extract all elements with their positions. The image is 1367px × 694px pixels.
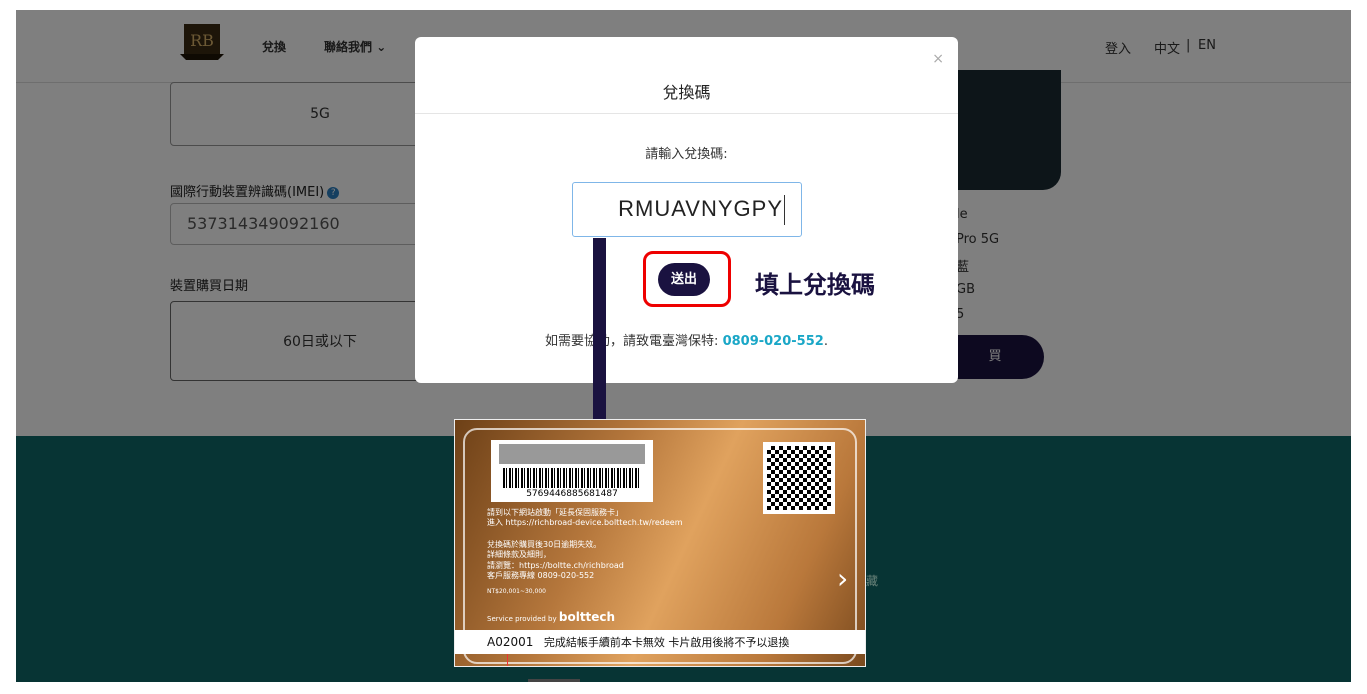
barcode: 5769446885681487 — [491, 440, 653, 502]
redeem-code-value: RMUAVNYGPY — [618, 196, 783, 221]
modal-prompt: 請輸入兌換碼: — [645, 147, 728, 162]
card-price-range: NT$20,001~30,000 — [487, 588, 546, 595]
redeem-code-input[interactable]: RMUAVNYGPY — [572, 182, 802, 237]
help-phone-link[interactable]: 0809-020-552 — [723, 334, 824, 349]
help-text: 如需要協助，請致電臺灣保特: 0809-020-552. — [545, 334, 828, 349]
close-icon[interactable]: × — [932, 51, 944, 67]
red-marker — [507, 654, 508, 666]
browser-viewport: RB 兌換 聯絡我們 ⌄ 登入 中文 | EN 5G 國際行動裝置辨識碼(IME… — [16, 10, 1351, 682]
card-line-1: 請到以下網站啟動「延長保固服務卡」 — [487, 508, 623, 517]
barcode-bars — [503, 468, 641, 488]
redeem-modal: × 兌換碼 請輸入兌換碼: RMUAVNYGPY 送出 填上兌換碼 如需要協助，… — [415, 37, 958, 383]
submit-highlight: 送出 — [643, 251, 731, 307]
annotation-arrow-shaft — [593, 238, 606, 433]
barcode-number: 5769446885681487 — [526, 489, 618, 499]
annotation-label: 填上兌換碼 — [755, 271, 875, 299]
chevron-right-icon: › — [837, 562, 849, 595]
modal-title: 兌換碼 — [662, 83, 711, 102]
card-bottom-strip: A02001 完成結帳手續前本卡無效 卡片啟用後將不予以退換 — [455, 630, 865, 654]
card-line-4: 詳細條款及細則， — [487, 550, 551, 559]
qr-code-icon — [763, 442, 835, 514]
text-caret — [784, 195, 785, 225]
bolttech-brand: Service provided by bolttech — [487, 610, 616, 624]
submit-button[interactable]: 送出 — [658, 263, 710, 296]
warranty-card-image: 5769446885681487 請到以下網站啟動「延長保固服務卡」 進入 ht… — [454, 419, 866, 667]
scratch-area — [499, 444, 645, 464]
modal-divider — [415, 113, 958, 114]
card-line-5: 請瀏覽：https://boltte.ch/richbroad — [487, 561, 624, 570]
card-line-6: 客戶服務專線 0809-020-552 — [487, 571, 595, 580]
card-line-3: 兌換碼於購買後30日逾期失效。 — [487, 540, 602, 549]
card-line-2: 進入 https://richbroad-device.bolttech.tw/… — [487, 518, 683, 527]
